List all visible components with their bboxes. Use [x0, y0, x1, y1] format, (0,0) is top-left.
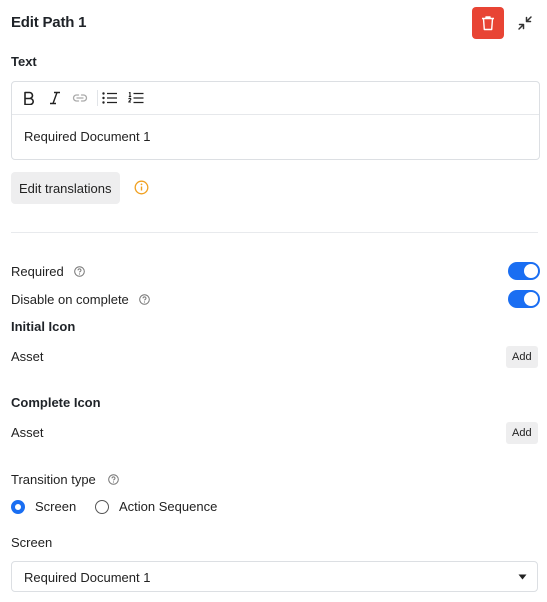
help-icon[interactable]: [108, 474, 120, 486]
bulleted-list-icon: [102, 92, 117, 104]
bulleted-list-button[interactable]: [100, 88, 120, 108]
link-button[interactable]: [70, 88, 90, 108]
link-icon: [72, 94, 88, 102]
toolbar-separator: [97, 90, 98, 106]
disable-on-complete-row: Disable on complete: [11, 291, 151, 309]
screen-select[interactable]: Required Document 1: [11, 561, 538, 592]
radio-action-sequence[interactable]: [95, 500, 109, 514]
editor-content[interactable]: Required Document 1: [24, 129, 150, 144]
editor-toolbar: [12, 82, 539, 115]
complete-icon-asset-label: Asset: [11, 425, 44, 440]
disable-on-complete-label: Disable on complete: [11, 292, 129, 307]
section-divider: [11, 232, 538, 233]
text-section-label: Text: [11, 54, 37, 69]
numbered-list-icon: [128, 92, 144, 104]
radio-screen-label[interactable]: Screen: [35, 499, 76, 514]
page-title: Edit Path 1: [11, 14, 87, 31]
required-toggle[interactable]: [508, 262, 540, 280]
transition-type-label: Transition type: [11, 472, 96, 487]
info-icon[interactable]: [134, 180, 149, 200]
collapse-icon: [518, 16, 532, 30]
trash-icon: [482, 16, 494, 31]
rich-text-editor[interactable]: Required Document 1: [11, 81, 540, 160]
initial-icon-asset-label: Asset: [11, 349, 44, 364]
complete-icon-heading: Complete Icon: [11, 395, 101, 410]
initial-icon-add-button[interactable]: Add: [506, 346, 538, 368]
required-label: Required: [11, 264, 64, 279]
radio-screen[interactable]: [11, 500, 25, 514]
bold-icon: [24, 91, 34, 105]
transition-type-row: Transition type: [11, 471, 120, 489]
italic-button[interactable]: [45, 88, 65, 108]
bold-button[interactable]: [19, 88, 39, 108]
help-icon[interactable]: [139, 294, 151, 306]
screen-label: Screen: [11, 535, 53, 550]
disable-on-complete-toggle[interactable]: [508, 290, 540, 308]
complete-icon-add-button[interactable]: Add: [506, 422, 538, 444]
required-row: Required: [11, 263, 86, 281]
numbered-list-button[interactable]: [126, 88, 146, 108]
caret-down-icon: [518, 574, 527, 580]
screen-select-value: Required Document 1: [24, 570, 151, 585]
italic-icon: [50, 91, 60, 105]
help-icon[interactable]: [74, 266, 86, 278]
edit-translations-button[interactable]: Edit translations: [11, 172, 120, 204]
delete-button[interactable]: [472, 7, 504, 39]
initial-icon-heading: Initial Icon: [11, 319, 76, 334]
radio-action-sequence-label[interactable]: Action Sequence: [119, 499, 217, 514]
collapse-button[interactable]: [512, 10, 538, 36]
